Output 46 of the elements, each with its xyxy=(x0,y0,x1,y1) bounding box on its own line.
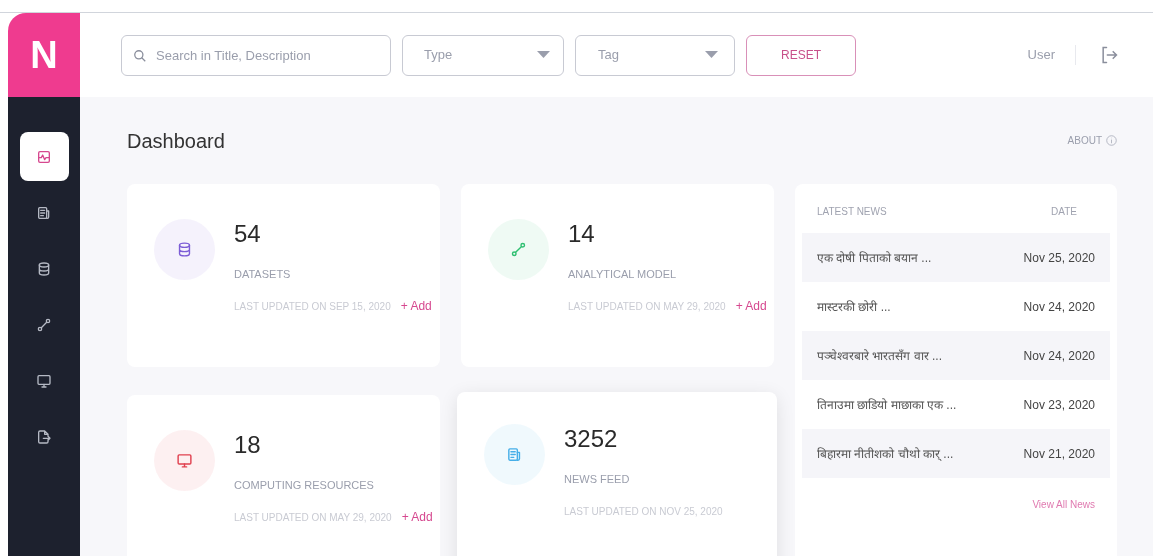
search-field[interactable]: Search in Title, Description xyxy=(121,34,391,76)
news-date: Nov 24, 2020 xyxy=(1023,347,1095,365)
stat-count: 3252 xyxy=(564,424,619,454)
stat-count: 14 xyxy=(568,219,596,249)
news-date: Nov 23, 2020 xyxy=(1023,396,1095,414)
news-title[interactable]: बिहारमा नीतीशको चौथो कार् ... xyxy=(817,444,954,463)
database-icon xyxy=(176,241,193,258)
news-title[interactable]: तिनाउमा छाडियो माछाका एक ... xyxy=(817,395,957,414)
type-dropdown[interactable]: Type xyxy=(402,34,564,76)
activity-icon xyxy=(36,148,52,165)
news-date: Nov 25, 2020 xyxy=(1023,249,1095,267)
sidebar-item[interactable] xyxy=(19,132,69,181)
caret-icon xyxy=(705,51,718,59)
add-link[interactable]: + Add xyxy=(400,298,432,313)
news-title[interactable]: मास्टरकी छोरी ... xyxy=(817,297,891,316)
column-header: LATEST NEWS xyxy=(817,205,887,219)
logout-icon[interactable] xyxy=(1099,45,1119,65)
monitor-icon xyxy=(176,452,193,469)
stat-label: NEWS FEED xyxy=(564,472,631,487)
about-link[interactable]: ABOUT xyxy=(1067,133,1102,148)
news-date: Nov 24, 2020 xyxy=(1023,298,1095,316)
user-label[interactable]: User xyxy=(1027,45,1076,65)
add-link[interactable]: + Add xyxy=(401,509,433,524)
document-icon xyxy=(506,446,523,463)
view-all-link[interactable]: View All News xyxy=(1032,497,1095,512)
news-title[interactable]: एक दोषी पिताको बयान ... xyxy=(817,248,932,267)
stat-count: 54 xyxy=(234,219,262,249)
nodes-icon xyxy=(510,241,527,258)
news-date: Nov 21, 2020 xyxy=(1023,445,1095,463)
nodes-icon xyxy=(36,316,52,333)
add-link[interactable]: + Add xyxy=(735,298,767,313)
caret-icon xyxy=(537,51,550,59)
stat-count: 18 xyxy=(234,430,262,460)
database-icon xyxy=(36,260,52,277)
reset-button[interactable]: RESET xyxy=(746,34,856,76)
news-title[interactable]: पञ्चेश्वरबारे भारतसँग वार ... xyxy=(817,346,942,365)
tag-dropdown[interactable]: Tag xyxy=(575,34,735,76)
page-title: Dashboard xyxy=(127,128,225,154)
file-export-icon xyxy=(36,428,52,445)
search-icon xyxy=(133,48,147,63)
column-header: DATE xyxy=(1051,205,1078,219)
stat-label: DATASETS xyxy=(234,267,292,282)
stat-label: ANALYTICAL MODEL xyxy=(568,267,678,282)
document-icon xyxy=(36,204,52,221)
monitor-icon xyxy=(36,372,52,389)
stat-label: COMPUTING RESOURCES xyxy=(234,478,375,493)
